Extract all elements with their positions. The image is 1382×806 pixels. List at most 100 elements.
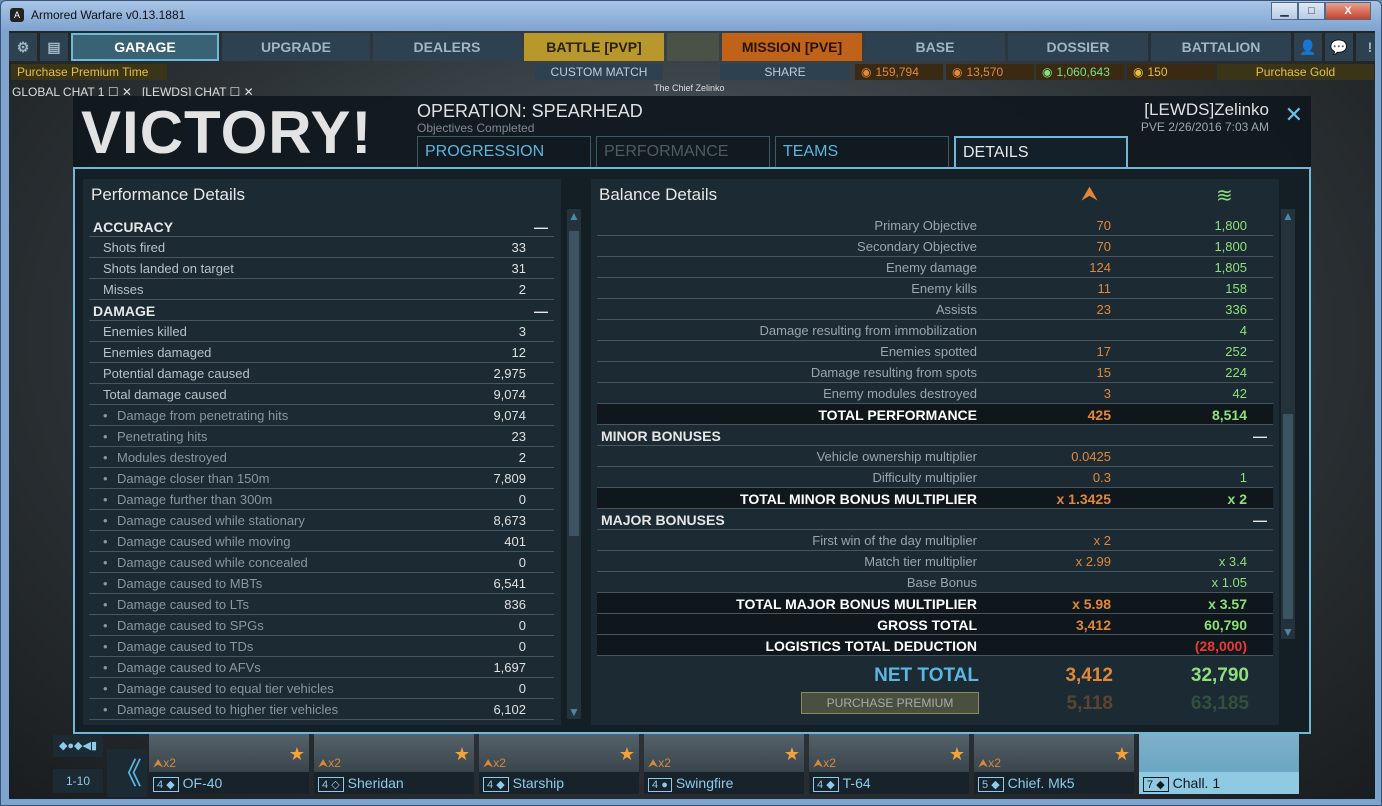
scroll-down-icon[interactable]: ▼: [567, 705, 581, 719]
scroll-down-icon[interactable]: ▼: [1281, 625, 1295, 639]
balance-title: Balance Details: [599, 185, 718, 204]
vehicle-card[interactable]: ⮝x2 ★ 4 ◆ OF-40: [149, 734, 309, 794]
multiplier-value: x2: [823, 756, 836, 770]
bullet-icon: •: [103, 555, 108, 570]
scroll-thumb[interactable]: [569, 231, 579, 536]
profile-card-icon[interactable]: ▤: [40, 33, 68, 61]
nav-tab-dossier[interactable]: DOSSIER: [1008, 33, 1148, 61]
vehicle-class-icon: ◆: [1156, 779, 1165, 791]
tier-badge: 4 ◆: [153, 777, 179, 792]
vehicle-card[interactable]: ⮝x2 ★ 4 ◆ Starship: [479, 734, 639, 794]
nav-tab-battalion[interactable]: BATTALION: [1151, 33, 1291, 61]
nav-tab-dealers[interactable]: DEALERS: [373, 33, 521, 61]
chat-notifications-icon[interactable]: 💬: [1325, 33, 1353, 61]
first-win-star-icon: ★: [288, 744, 305, 764]
tab-progression[interactable]: PROGRESSION: [417, 136, 591, 167]
balance-label: TOTAL MAJOR BONUS MULTIPLIER: [736, 596, 977, 612]
bullet-icon: •: [103, 492, 108, 507]
vehicle-card[interactable]: ⮝x2 ★ 5 ◆ Chief. Mk5: [974, 734, 1134, 794]
stat-label: Penetrating hits: [117, 429, 208, 444]
tier-range-filter[interactable]: 1-10: [53, 769, 103, 793]
tank-thumbnail[interactable]: [667, 33, 719, 61]
nav-tab-upgrade[interactable]: UPGRADE: [222, 33, 370, 61]
rep-icon: ◉: [861, 65, 872, 79]
nav-tab-mission-pve[interactable]: MISSION [PVE]: [722, 33, 862, 61]
nav-tab-garage[interactable]: GARAGE: [71, 33, 219, 61]
nav-tab-base[interactable]: BASE: [865, 33, 1005, 61]
balance-label: Damage resulting from immobilization: [759, 323, 977, 338]
collapse-icon[interactable]: —: [1253, 428, 1267, 444]
tier-number: 4: [157, 779, 164, 791]
settings-gear-icon[interactable]: ⚙: [9, 33, 37, 61]
vehicle-card[interactable]: 7 ◆ Chall. 1: [1139, 734, 1299, 794]
tab-details[interactable]: DETAILS: [954, 136, 1128, 169]
nav-tab-battle-pvp[interactable]: BATTLE [PVP]: [524, 33, 664, 61]
credits-value: x 1.05: [1211, 575, 1247, 590]
scroll-thumb[interactable]: [1283, 414, 1293, 619]
reputation-value: x 1.3425: [1056, 491, 1112, 507]
purchase-premium-time-button[interactable]: Purchase Premium Time: [11, 64, 167, 80]
balance-label: First win of the day multiplier: [812, 533, 977, 548]
stat-row: • Damage caused to equal tier vehicles 0: [89, 678, 554, 699]
tier-number: 4: [322, 779, 329, 791]
stat-row: Shots landed on target 31: [89, 258, 554, 279]
stat-value: 9,074: [493, 408, 526, 423]
balance-row: Secondary Objective 70 1,800: [597, 236, 1273, 257]
net-total-credits: 32,790: [1190, 665, 1249, 686]
multiplier-value: x2: [328, 756, 341, 770]
close-window-button[interactable]: X: [1325, 2, 1371, 20]
game-viewport: ⚙ ▤ GARAGE UPGRADE DEALERS BATTLE [PVP] MISS…: [9, 31, 1375, 799]
tab-performance[interactable]: PERFORMANCE: [596, 136, 770, 167]
balance-label: Primary Objective: [874, 218, 977, 233]
balance-row: TOTAL MINOR BONUS MULTIPLIER x 1.3425 x 2: [597, 488, 1273, 509]
reputation-icon: ⮝: [483, 756, 494, 770]
vehicle-card[interactable]: ⮝x2 ★ 4 ● Swingfire: [644, 734, 804, 794]
scroll-up-icon[interactable]: ▲: [567, 209, 581, 223]
reputation-icon: ⮝: [153, 756, 164, 770]
vehicle-name: T-64: [842, 775, 871, 791]
window-title: Armored Warfare v0.13.1881: [31, 8, 186, 22]
balance-row: Match tier multiplier x 2.99 x 3.4: [597, 551, 1273, 572]
stat-label: Damage caused while concealed: [117, 555, 308, 570]
stat-label: Damage from penetrating hits: [117, 408, 289, 423]
currency-value: 1,060,643: [1056, 65, 1110, 79]
tab-teams[interactable]: TEAMS: [775, 136, 949, 167]
balance-row: Enemy kills 11 158: [597, 278, 1273, 299]
stat-label: Modules destroyed: [117, 450, 227, 465]
xp-multiplier: ⮝x2: [153, 756, 176, 771]
bullet-icon: •: [103, 429, 108, 444]
stat-value: 31: [511, 261, 526, 276]
balance-scrollbar[interactable]: ▲ ▼: [1281, 209, 1295, 639]
purchase-premium-button[interactable]: PURCHASE PREMIUM: [801, 692, 979, 714]
minimize-button[interactable]: ▁: [1271, 2, 1298, 20]
vehicle-type-filter[interactable]: ◆●◆◀▮: [53, 735, 103, 757]
purchase-gold-button[interactable]: Purchase Gold: [1217, 64, 1374, 80]
share-button[interactable]: SHARE: [720, 64, 850, 80]
credits-value: 60,790: [1204, 617, 1247, 633]
custom-match-button[interactable]: CUSTOM MATCH: [535, 64, 663, 80]
performance-scrollbar[interactable]: ▲ ▼: [567, 209, 581, 719]
maximize-button[interactable]: □: [1298, 2, 1325, 20]
section-header[interactable]: MINOR BONUSES —: [597, 425, 1273, 446]
section-label: MAJOR BONUSES: [601, 512, 725, 528]
collapse-icon[interactable]: —: [534, 219, 548, 235]
scroll-up-icon[interactable]: ▲: [1281, 209, 1295, 223]
reputation-value: 17: [1096, 344, 1111, 359]
xp-multiplier: ⮝x2: [813, 756, 836, 771]
stat-value: 2: [518, 282, 526, 297]
profile-icon[interactable]: 👤: [1294, 33, 1322, 61]
collapse-icon[interactable]: —: [534, 303, 548, 319]
reputation-value: 0.3: [1092, 470, 1111, 485]
carousel-left-icon[interactable]: 《: [107, 749, 147, 797]
vehicle-card[interactable]: ⮝x2 ★ 4 ◆ T-64: [809, 734, 969, 794]
stat-row: • Damage caused to MBTs 6,541: [89, 573, 554, 594]
section-label: MINOR BONUSES: [601, 428, 721, 444]
section-header-accuracy[interactable]: ACCURACY —: [89, 216, 554, 237]
section-header-damage[interactable]: DAMAGE —: [89, 300, 554, 321]
close-icon[interactable]: ✕: [1285, 102, 1303, 128]
bullet-icon: •: [103, 471, 108, 486]
section-header[interactable]: MAJOR BONUSES —: [597, 509, 1273, 530]
alerts-icon[interactable]: !: [1356, 33, 1375, 61]
vehicle-card[interactable]: ⮝x2 ★ 4 ◇ Sheridan: [314, 734, 474, 794]
collapse-icon[interactable]: —: [1253, 512, 1267, 528]
